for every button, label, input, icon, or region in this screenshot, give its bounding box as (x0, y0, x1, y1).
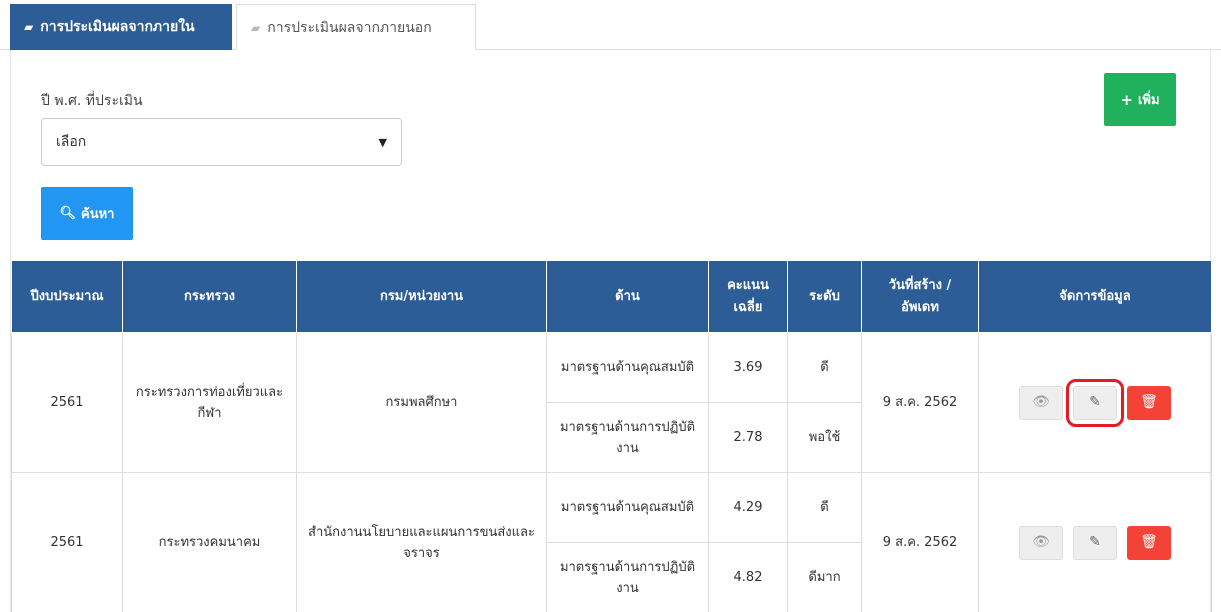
add-button[interactable]: + เพิ่ม (1104, 73, 1176, 126)
level-cell: ดีมาก (787, 542, 862, 612)
trash-icon: 🗑︎ (1140, 394, 1158, 410)
tab-label: การประเมินผลจากภายใน (40, 19, 195, 35)
delete-button[interactable]: 🗑︎ (1127, 525, 1171, 560)
row-actions: 👁︎ ✎ 🗑︎ (987, 378, 1203, 427)
column-header: ด้าน (546, 260, 709, 333)
pencil-icon: ✎ (1089, 394, 1101, 410)
ministry-cell: กระทรวงการท่องเที่ยวและกีฬา (122, 332, 297, 473)
year-cell: 2561 (11, 332, 123, 473)
level-cell: ดี (787, 472, 862, 543)
search-button[interactable]: 🔍︎ ค้นหา (41, 187, 133, 240)
column-header: ระดับ (787, 260, 862, 333)
level-cell: ดี (787, 332, 862, 403)
caret-down-icon: ▼ (378, 135, 387, 149)
view-button[interactable]: 👁︎ (1019, 385, 1063, 420)
date-cell: 9 ส.ค. 2562 (861, 332, 979, 473)
aspect-cell: มาตรฐานด้านคุณสมบัติ (546, 332, 709, 403)
score-cell: 4.82 (708, 542, 788, 612)
column-header: วันที่สร้าง / อัพเดท (861, 260, 979, 333)
book-icon: ▰ (251, 20, 261, 35)
year-cell: 2561 (11, 472, 123, 612)
column-header: กรม/หน่วยงาน (296, 260, 547, 333)
search-icon: 🔍︎ (59, 206, 77, 221)
tab-external-assessment[interactable]: ▰ การประเมินผลจากภายนอก (236, 4, 476, 50)
add-button-label: เพิ่ม (1137, 93, 1160, 108)
pencil-icon: ✎ (1089, 534, 1101, 550)
department-cell: สำนักงานนโยบายและแผนการขนส่งและจราจร (296, 472, 547, 612)
plus-icon: + (1120, 90, 1133, 109)
search-button-label: ค้นหา (81, 207, 115, 222)
column-header: จัดการข้อมูล (978, 260, 1212, 333)
actions-cell: 👁︎ ✎ 🗑︎ (978, 332, 1212, 473)
year-select[interactable]: เลือก ▼ (41, 118, 402, 166)
score-cell: 2.78 (708, 402, 788, 473)
column-header: ปีงบประมาณ (11, 260, 123, 333)
column-header: กระทรวง (122, 260, 297, 333)
actions-cell: 👁︎ ✎ 🗑︎ (978, 472, 1212, 612)
table-header-row: ปีงบประมาณ กระทรวง กรม/หน่วยงาน ด้าน คะแ… (11, 260, 1212, 333)
tab-bar: ▰ การประเมินผลจากภายใน ▰ การประเมินผลจาก… (0, 0, 1221, 50)
aspect-cell: มาตรฐานด้านการปฏิบัติงาน (546, 542, 709, 612)
year-select-value: เลือก (56, 134, 87, 150)
tab-label: การประเมินผลจากภายนอก (267, 19, 432, 36)
eye-icon: 👁︎ (1032, 534, 1050, 550)
score-cell: 3.69 (708, 332, 788, 403)
aspect-cell: มาตรฐานด้านคุณสมบัติ (546, 472, 709, 543)
ministry-cell: กระทรวงคมนาคม (122, 472, 297, 612)
department-cell: กรมพลศึกษา (296, 332, 547, 473)
view-button[interactable]: 👁︎ (1019, 525, 1063, 560)
assessment-table: ปีงบประมาณ กระทรวง กรม/หน่วยงาน ด้าน คะแ… (11, 260, 1212, 612)
trash-icon: 🗑︎ (1140, 534, 1158, 550)
content-panel: ปี พ.ศ. ที่ประเมิน เลือก ▼ 🔍︎ ค้นหา + เพ… (10, 50, 1212, 612)
score-cell: 4.29 (708, 472, 788, 543)
edit-button[interactable]: ✎ (1066, 378, 1124, 427)
level-cell: พอใช้ (787, 402, 862, 473)
edit-button[interactable]: ✎ (1073, 525, 1117, 560)
row-actions: 👁︎ ✎ 🗑︎ (987, 525, 1203, 560)
aspect-cell: มาตรฐานด้านการปฏิบัติงาน (546, 402, 709, 473)
table-row: 2561 กระทรวงคมนาคม สำนักงานนโยบายและแผนก… (11, 472, 1212, 612)
date-cell: 9 ส.ค. 2562 (861, 472, 979, 612)
year-filter-label: ปี พ.ศ. ที่ประเมิน (41, 93, 143, 109)
eye-icon: 👁︎ (1032, 394, 1050, 410)
table-row: 2561 กระทรวงการท่องเที่ยวและกีฬา กรมพลศึ… (11, 332, 1212, 473)
column-header: คะแนนเฉลี่ย (708, 260, 788, 333)
delete-button[interactable]: 🗑︎ (1127, 385, 1171, 420)
book-icon: ▰ (24, 20, 34, 34)
tab-internal-assessment[interactable]: ▰ การประเมินผลจากภายใน (10, 4, 232, 50)
